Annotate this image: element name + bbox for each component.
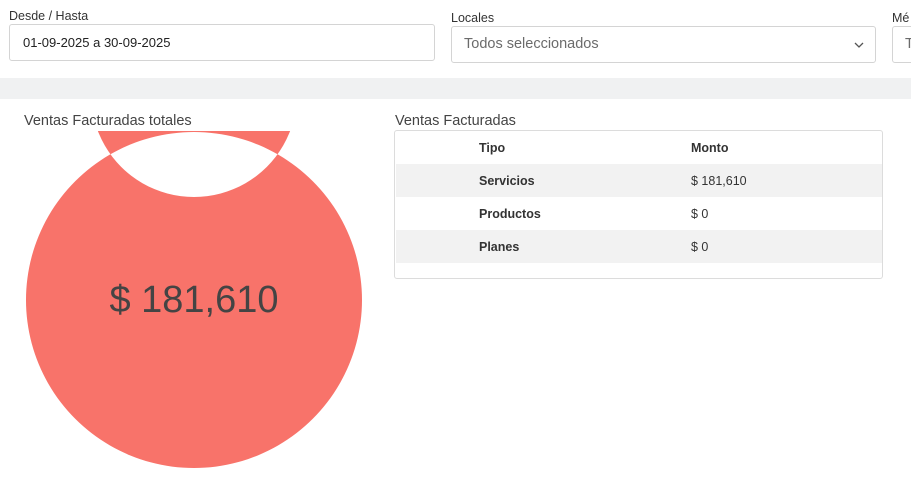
section-divider — [0, 78, 911, 99]
row-amount: $ 0 — [691, 240, 709, 254]
header-monto: Monto — [691, 141, 729, 155]
row-amount: $ 181,610 — [691, 174, 747, 188]
header-tipo: Tipo — [479, 141, 506, 155]
row-amount: $ 0 — [691, 207, 709, 221]
table-row: Productos $ 0 — [396, 197, 882, 230]
table-header-row: Tipo Monto — [396, 131, 882, 164]
date-range-value: 01-09-2025 a 30-09-2025 — [23, 35, 171, 50]
table-row: Servicios $ 181,610 — [396, 164, 882, 197]
table-row: Planes $ 0 — [396, 230, 882, 263]
locales-select[interactable]: Todos seleccionados — [451, 26, 876, 63]
row-type: Productos — [479, 207, 541, 221]
locales-label: Locales — [451, 11, 495, 25]
locales-value: Todos seleccionados — [464, 36, 599, 52]
sales-table: Tipo Monto Servicios $ 181,610 Productos… — [394, 130, 883, 279]
third-filter-label: Mé — [892, 11, 910, 25]
donut-chart: $ 181,610 — [24, 0, 364, 469]
chevron-down-icon — [854, 42, 864, 48]
row-type: Servicios — [479, 174, 535, 188]
third-filter-select[interactable]: T — [892, 26, 911, 63]
third-filter-value: T — [905, 36, 911, 52]
row-type: Planes — [479, 240, 520, 254]
date-range-label: Desde / Hasta — [9, 9, 89, 23]
date-range-input[interactable]: 01-09-2025 a 30-09-2025 — [9, 24, 435, 61]
table-title: Ventas Facturadas — [395, 113, 516, 129]
donut-title: Ventas Facturadas totales — [24, 113, 192, 129]
donut-svg — [26, 0, 362, 468]
